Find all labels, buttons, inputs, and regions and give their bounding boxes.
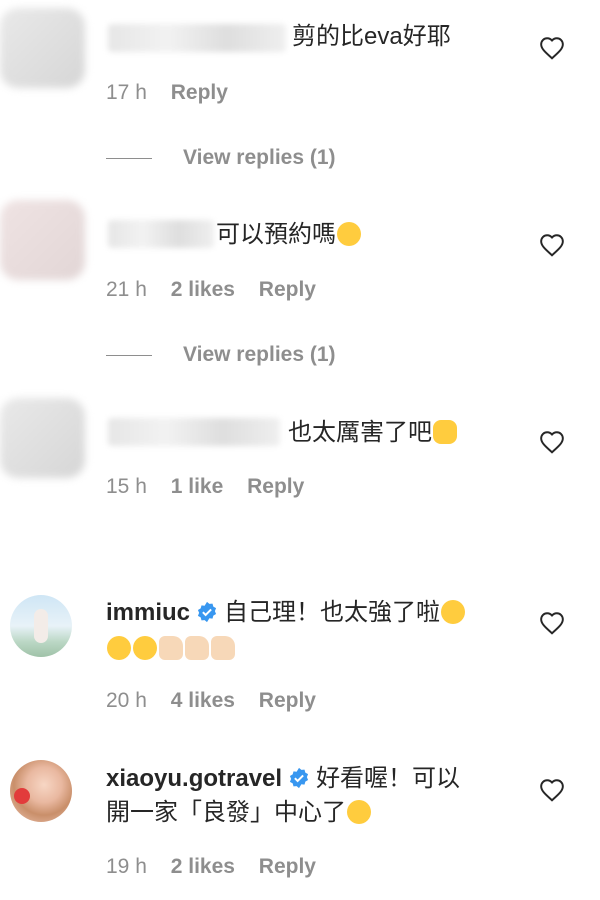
likes-count[interactable]: 2 likes: [171, 278, 235, 301]
likes-count[interactable]: 4 likes: [171, 689, 235, 712]
astonished-face-emoji-icon: [133, 636, 157, 660]
avatar[interactable]: [0, 8, 85, 88]
view-replies-label: View replies (1): [183, 146, 336, 169]
comment-time: 21 h: [106, 278, 147, 301]
reply-button[interactable]: Reply: [171, 81, 228, 104]
heart-icon[interactable]: [539, 36, 565, 60]
astonished-face-emoji-icon: [107, 636, 131, 660]
verified-badge-icon: [289, 767, 309, 789]
comment-text-content: 自己理！也太強了啦: [224, 599, 441, 626]
divider-line: [106, 157, 152, 159]
divider-line: [106, 354, 152, 356]
astonished-face-emoji-icon: [441, 600, 466, 624]
comment-text-content: 開一家「良發」中心了: [106, 799, 346, 826]
avatar[interactable]: [10, 760, 72, 822]
comment-meta: 21 h 2 likes Reply: [106, 278, 334, 302]
avatar-flower: [14, 788, 30, 804]
comment-time: 17 h: [106, 81, 147, 104]
comment-text-content: 可以預約嗎: [216, 221, 336, 248]
heart-icon[interactable]: [539, 233, 565, 257]
comment-meta: 15 h 1 like Reply: [106, 475, 322, 499]
comment-meta: 19 h 2 likes Reply: [106, 855, 334, 879]
username-blurred[interactable]: [108, 24, 286, 52]
reply-button[interactable]: Reply: [259, 278, 316, 301]
comment-text: 也太厲害了吧: [288, 416, 458, 450]
comment-text-line2: 開一家「良發」中心了: [106, 796, 372, 830]
likes-count[interactable]: 1 like: [171, 475, 224, 498]
comment-text: xiaoyu.gotravel 好看喔！可以: [106, 762, 460, 796]
comment-emoji-line: [106, 632, 236, 666]
comment-meta: 17 h Reply: [106, 81, 246, 105]
comment-meta: 20 h 4 likes Reply: [106, 689, 334, 713]
heart-icon[interactable]: [539, 430, 565, 454]
username-blurred[interactable]: [108, 418, 280, 446]
username[interactable]: immiuc: [106, 599, 190, 626]
reply-button[interactable]: Reply: [259, 689, 316, 712]
avatar[interactable]: [10, 595, 72, 657]
view-replies-button[interactable]: View replies (1): [106, 144, 336, 172]
comment-text: 可以預約嗎: [216, 218, 362, 252]
heart-icon[interactable]: [539, 778, 565, 802]
thumbs-up-emoji-icon: [211, 636, 235, 660]
avatar-figure: [34, 609, 48, 643]
comment-time: 15 h: [106, 475, 147, 498]
reply-button[interactable]: Reply: [247, 475, 304, 498]
reply-button[interactable]: Reply: [259, 855, 316, 878]
username[interactable]: xiaoyu.gotravel: [106, 765, 282, 792]
likes-count[interactable]: 2 likes: [171, 855, 235, 878]
comment-text-content: 好看喔！可以: [316, 765, 461, 792]
comment-time: 19 h: [106, 855, 147, 878]
thumbs-up-emoji-icon: [185, 636, 209, 660]
heart-icon[interactable]: [539, 611, 565, 635]
comment-text-content: 也太厲害了吧: [288, 419, 432, 446]
comment-text: 剪的比eva好耶: [292, 23, 451, 50]
view-replies-label: View replies (1): [183, 343, 336, 366]
comment-time: 20 h: [106, 689, 147, 712]
grinning-sweat-emoji-icon: [337, 222, 361, 246]
clapping-hands-emoji-icon: [433, 420, 457, 444]
thumbs-up-emoji-icon: [159, 636, 183, 660]
view-replies-button[interactable]: View replies (1): [106, 341, 336, 369]
avatar[interactable]: [0, 398, 85, 478]
grinning-squinting-emoji-icon: [347, 800, 371, 824]
comment-text: immiuc 自己理！也太強了啦: [106, 596, 466, 630]
verified-badge-icon: [197, 601, 217, 623]
username-blurred[interactable]: [108, 220, 214, 248]
avatar[interactable]: [0, 200, 85, 280]
